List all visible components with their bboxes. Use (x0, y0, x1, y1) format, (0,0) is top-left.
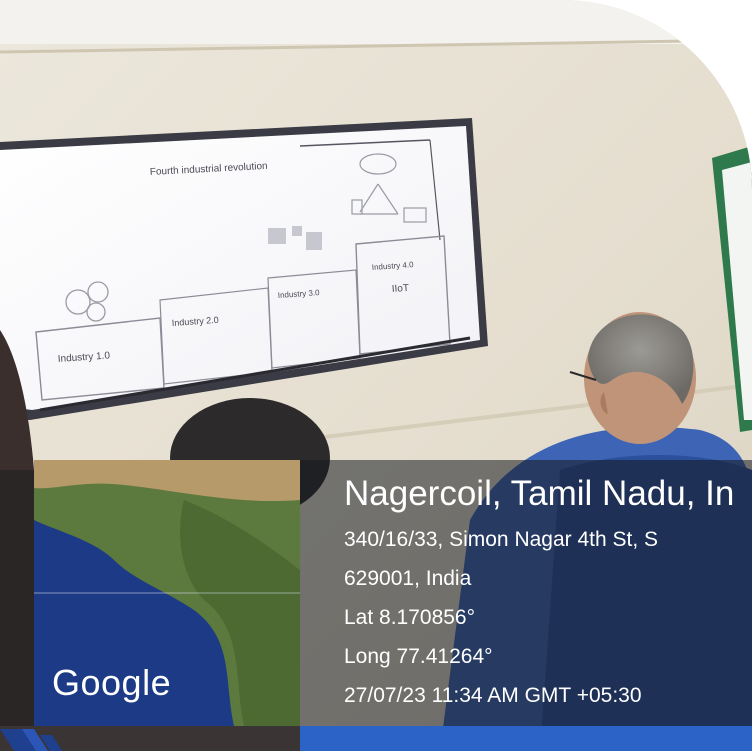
latitude: Lat 8.170856° (344, 606, 476, 629)
photo-frame: Fourth industrial revolution Industry 1.… (0, 0, 752, 751)
chair-bottom (300, 726, 752, 751)
map-thumbnail[interactable]: Google (34, 460, 300, 726)
chevron-decoration-icon (0, 729, 62, 751)
longitude: Long 77.41264° (344, 645, 493, 668)
location-title: Nagercoil, Tamil Nadu, In (344, 474, 735, 513)
geotag-panel: Nagercoil, Tamil Nadu, In 340/16/33, Sim… (300, 460, 752, 726)
ceiling (0, 0, 752, 44)
timestamp: 27/07/23 11:34 AM GMT +05:30 (344, 684, 642, 707)
postal-line: 629001, India (344, 567, 472, 590)
address-line: 340/16/33, Simon Nagar 4th St, S (344, 528, 659, 551)
google-logo: Google (52, 662, 172, 703)
label-iiot: IIoT (391, 283, 409, 295)
